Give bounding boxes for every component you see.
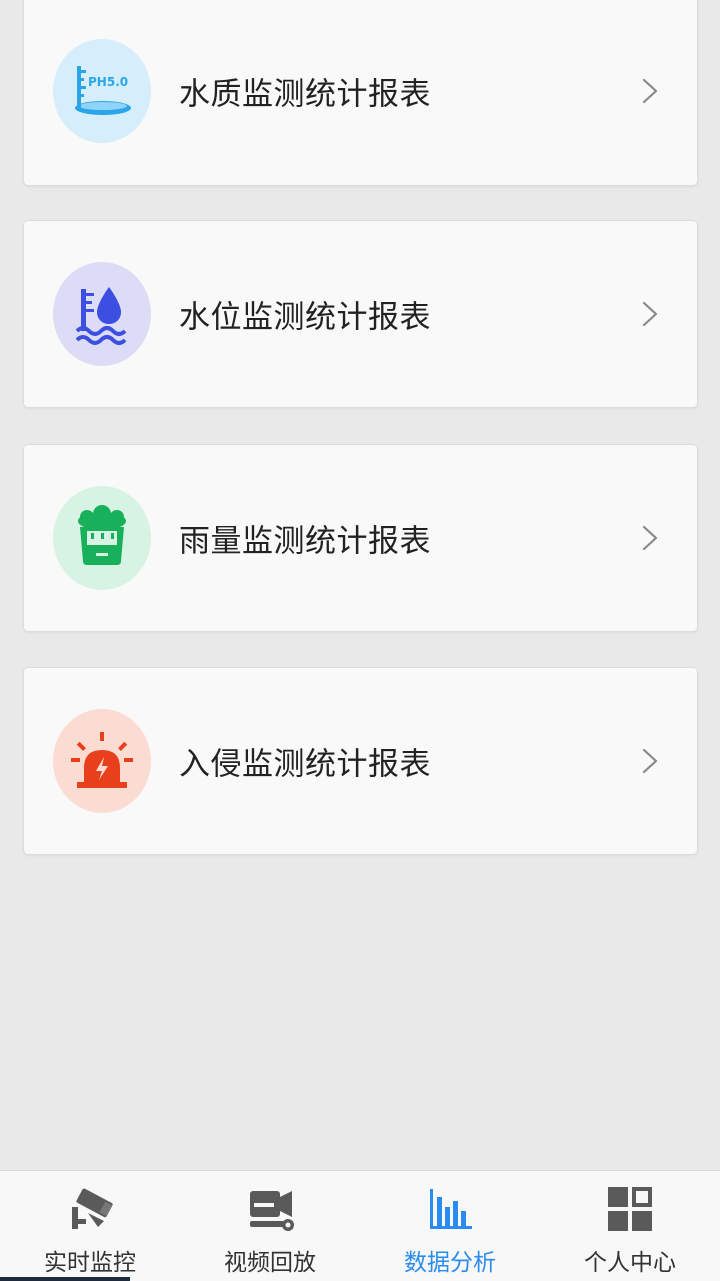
tab-label: 数据分析 (404, 1250, 496, 1276)
ph-value-text: PH5.0 (88, 75, 128, 89)
tab-label: 个人中心 (584, 1250, 676, 1276)
chevron-right-icon (642, 78, 658, 104)
water-level-icon-badge (53, 262, 151, 366)
report-label: 入侵监测统计报表 (179, 746, 431, 783)
video-playback-icon (250, 1191, 294, 1231)
bar-chart-icon (430, 1189, 472, 1229)
cctv-camera-icon (72, 1188, 113, 1229)
report-card-rainfall[interactable]: 雨量监测统计报表 (23, 444, 698, 632)
tab-video-playback[interactable]: 视频回放 (180, 1171, 360, 1281)
water-level-icon (75, 287, 127, 345)
water-quality-ph-icon: PH5.0 (75, 66, 131, 115)
chevron-right-icon (642, 525, 658, 551)
tab-realtime-monitor[interactable]: 实时监控 (0, 1171, 180, 1281)
report-label: 水位监测统计报表 (179, 299, 431, 336)
grid-icon (608, 1187, 652, 1231)
water-quality-icon-badge: PH5.0 (53, 39, 151, 143)
chevron-right-icon (642, 301, 658, 327)
report-card-water-quality[interactable]: PH5.0 水质监测统计报表 (23, 0, 698, 186)
rain-gauge-icon-badge (53, 486, 151, 590)
tab-personal-center[interactable]: 个人中心 (540, 1171, 720, 1281)
home-indicator (0, 1277, 130, 1281)
intrusion-alarm-icon-badge (53, 709, 151, 813)
report-card-water-level[interactable]: 水位监测统计报表 (23, 220, 698, 408)
tab-label: 视频回放 (224, 1250, 316, 1276)
chevron-right-icon (642, 748, 658, 774)
rain-gauge-icon (78, 505, 126, 565)
report-label: 雨量监测统计报表 (179, 523, 431, 560)
report-card-intrusion[interactable]: 入侵监测统计报表 (23, 667, 698, 855)
tab-label: 实时监控 (44, 1250, 136, 1276)
bottom-tab-bar: 实时监控 视频回放 数据分析 个人中心 (0, 1170, 720, 1281)
report-label: 水质监测统计报表 (179, 76, 431, 113)
tab-data-analysis[interactable]: 数据分析 (360, 1171, 540, 1281)
intrusion-alarm-icon (71, 732, 133, 788)
